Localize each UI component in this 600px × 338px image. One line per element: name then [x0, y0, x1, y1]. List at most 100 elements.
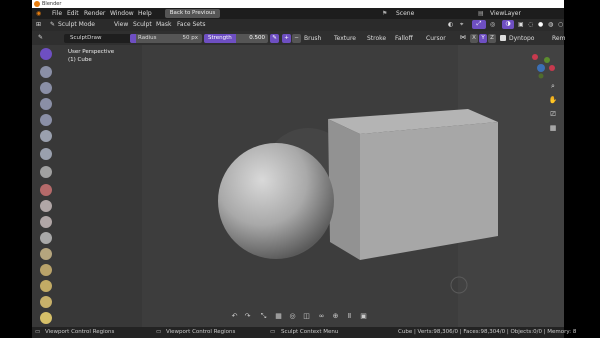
- dyntopo-checkbox[interactable]: [500, 35, 506, 41]
- falloff-dropdown[interactable]: Falloff: [395, 34, 413, 43]
- crease-tool-icon[interactable]: [40, 184, 52, 196]
- mode-selector[interactable]: Sculpt Mode: [58, 21, 95, 28]
- window-titlebar: Blender: [32, 0, 564, 8]
- radius-slider[interactable]: Radius 50 px: [130, 34, 202, 43]
- texture-dropdown[interactable]: Texture: [334, 34, 356, 43]
- blender-menu-icon[interactable]: ◉: [36, 10, 41, 17]
- menu-window[interactable]: Window: [110, 10, 134, 17]
- clay-thumb-tool-icon[interactable]: [40, 114, 52, 126]
- multiplane-scrape-tool-icon[interactable]: [40, 264, 52, 276]
- pan-hand-icon[interactable]: ✋: [548, 95, 558, 105]
- shading-wireframe-icon[interactable]: ◌: [528, 21, 533, 28]
- stroke-dropdown[interactable]: Stroke: [367, 34, 386, 43]
- remesh-panel[interactable]: Rem: [552, 34, 565, 43]
- menu-face-sets[interactable]: Face Sets: [177, 21, 205, 28]
- mask-icon[interactable]: ◫: [302, 312, 311, 321]
- view-layer-icon: ▤: [478, 10, 484, 17]
- mouse-left-icon: ▭: [35, 329, 41, 335]
- sculpt-mode-icon: ✎: [50, 21, 56, 28]
- scene-icon: ⚑: [382, 10, 388, 17]
- brush-name-field[interactable]: SculptDraw: [64, 34, 132, 43]
- scrape-tool-icon[interactable]: [40, 248, 52, 260]
- strength-label: Strength: [208, 35, 232, 41]
- grid-select-icon[interactable]: ▦: [274, 312, 283, 321]
- snake-hook-tool-icon[interactable]: [40, 312, 52, 324]
- menu-help[interactable]: Help: [138, 10, 152, 17]
- 3d-viewport[interactable]: User Perspective (1) Cube ⌕ ✋ ⎚ ▦ ↶ ↷ ⤡ …: [32, 45, 564, 327]
- brush-radius-cursor: [450, 276, 468, 294]
- clay-tool-icon[interactable]: [40, 82, 52, 94]
- symmetry-icon: ⋈: [460, 34, 466, 41]
- strength-value: 0.500: [249, 35, 265, 41]
- radius-slider-tab: [130, 34, 136, 43]
- back-to-previous-button[interactable]: Back to Previous: [165, 9, 220, 18]
- link-icon[interactable]: ∞: [317, 312, 326, 321]
- top-menubar: ◉ File Edit Render Window Help Back to P…: [32, 8, 564, 19]
- text-icon[interactable]: Ⅱ: [345, 312, 354, 321]
- camera-view-icon[interactable]: ⎚: [548, 109, 558, 119]
- shading-rendered-icon[interactable]: ○: [558, 21, 563, 28]
- scene-selector[interactable]: Scene: [396, 10, 414, 17]
- sculpt-sphere: [218, 143, 334, 259]
- lasso-icon[interactable]: ◎: [288, 312, 297, 321]
- flatten-tool-icon[interactable]: [40, 216, 52, 228]
- pressure-strength-icon[interactable]: ✎: [270, 34, 279, 43]
- shading-solid-icon[interactable]: ●: [538, 21, 543, 28]
- filter-icon[interactable]: ⊕: [331, 312, 340, 321]
- inflate-tool-icon[interactable]: [40, 148, 52, 160]
- cube-front-face: [360, 122, 498, 260]
- perspective-grid-icon[interactable]: ▦: [548, 123, 558, 133]
- sculpt-toolbar: [40, 48, 54, 326]
- add-icon[interactable]: +: [282, 34, 291, 43]
- menu-render[interactable]: Render: [84, 10, 105, 17]
- window-title: Blender: [42, 1, 62, 7]
- status-middle-hint: Viewport Control Regions: [166, 329, 236, 335]
- image-icon[interactable]: ▣: [359, 312, 368, 321]
- subtract-icon[interactable]: −: [292, 34, 301, 43]
- axis-z-toggle[interactable]: Z: [488, 34, 496, 43]
- status-bar: ▭ Viewport Control Regions ▭ Viewport Co…: [32, 327, 576, 338]
- blob-tool-icon[interactable]: [40, 166, 52, 178]
- redo-icon[interactable]: ↷: [243, 312, 252, 321]
- brush-dropdown[interactable]: Brush: [304, 34, 321, 43]
- pinch-tool-icon[interactable]: [40, 280, 52, 292]
- radius-label: Radius: [138, 35, 157, 41]
- draw-sharp-tool-icon[interactable]: [40, 66, 52, 78]
- mouse-middle-icon: ▭: [156, 329, 162, 335]
- menu-mask[interactable]: Mask: [156, 21, 171, 28]
- overlays-toggle-icon[interactable]: ◑: [502, 20, 514, 29]
- status-left-hint: Viewport Control Regions: [45, 329, 115, 335]
- layer-tool-icon[interactable]: [40, 130, 52, 142]
- menu-view[interactable]: View: [114, 21, 128, 28]
- brush-icon: ✎: [38, 34, 44, 41]
- gizmo-toggle-icon[interactable]: ⤢: [472, 20, 486, 29]
- transform-icon[interactable]: ⤡: [259, 312, 268, 321]
- cursor-dropdown[interactable]: Cursor: [426, 34, 446, 43]
- axis-x-toggle[interactable]: X: [470, 34, 478, 43]
- draw-brush-tool-icon[interactable]: [40, 48, 52, 60]
- zoom-icon[interactable]: ⌕: [548, 81, 558, 91]
- menu-edit[interactable]: Edit: [67, 10, 79, 17]
- view-layer-selector[interactable]: ViewLayer: [490, 10, 521, 17]
- radius-value: 50 px: [182, 35, 199, 41]
- shading-material-icon[interactable]: ◍: [548, 21, 553, 28]
- view-object-types-icon[interactable]: ◐: [448, 21, 453, 28]
- fill-tool-icon[interactable]: [40, 232, 52, 244]
- dyntopo-panel[interactable]: Dyntopo: [509, 34, 534, 43]
- axis-y-toggle[interactable]: Y: [479, 34, 487, 43]
- tool-settings-bar: ✎ SculptDraw Radius 50 px Strength 0.500…: [32, 31, 565, 45]
- blender-logo-icon: [34, 1, 40, 7]
- editor-type-icon[interactable]: ⊞: [36, 21, 41, 28]
- mouse-right-icon: ▭: [270, 329, 276, 335]
- menu-sculpt[interactable]: Sculpt: [133, 21, 152, 28]
- overlay-icon[interactable]: ◎: [490, 21, 495, 28]
- grab-tool-icon[interactable]: [40, 296, 52, 308]
- xray-icon[interactable]: ▣: [518, 21, 524, 28]
- undo-icon[interactable]: ↶: [230, 312, 239, 321]
- smooth-tool-icon[interactable]: [40, 200, 52, 212]
- selectability-icon[interactable]: ⌖: [460, 21, 463, 28]
- navigation-gizmo[interactable]: [524, 47, 558, 81]
- strength-slider[interactable]: Strength 0.500: [204, 34, 268, 43]
- menu-file[interactable]: File: [52, 10, 62, 17]
- clay-strips-tool-icon[interactable]: [40, 98, 52, 110]
